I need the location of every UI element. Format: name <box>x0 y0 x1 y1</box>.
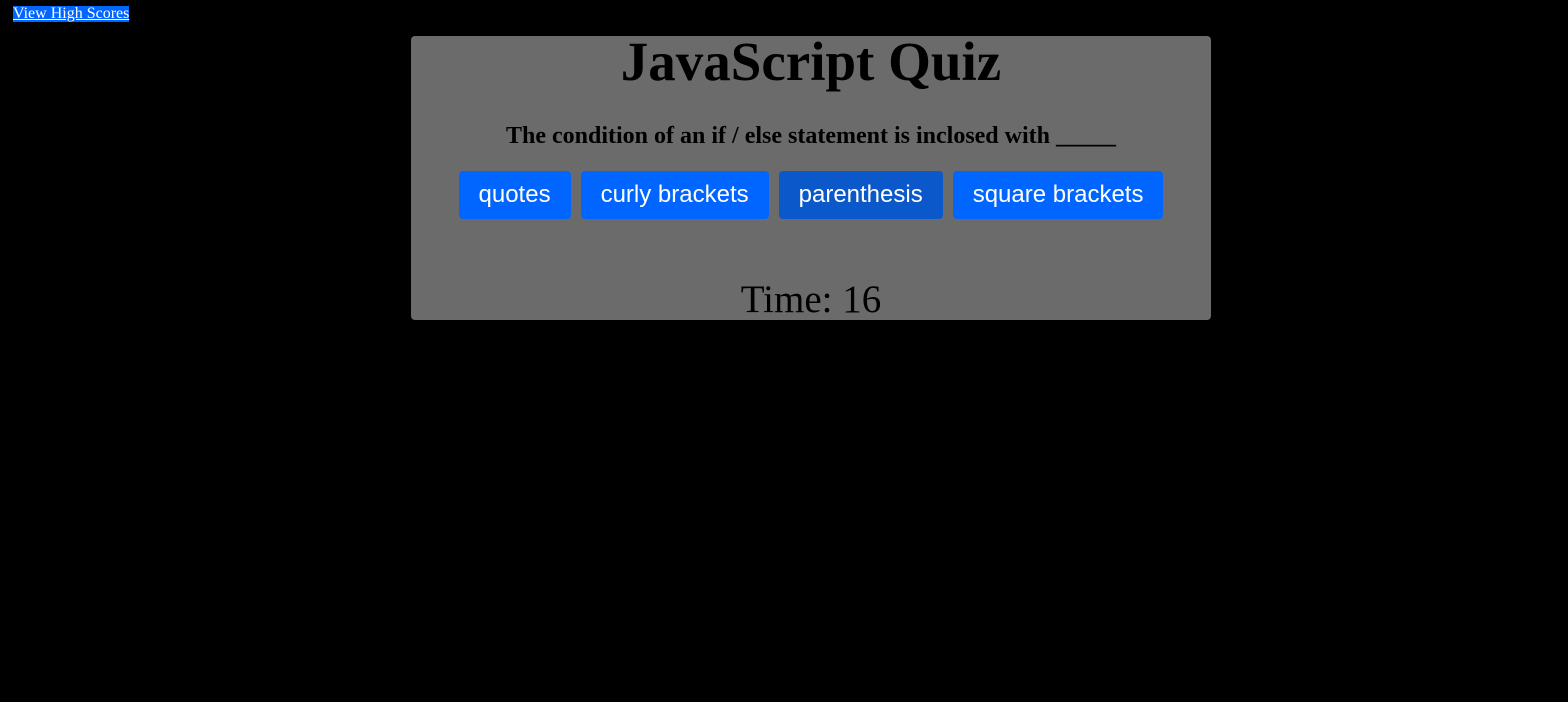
quiz-title: JavaScript Quiz <box>620 36 1002 92</box>
timer-display: Time: 16 <box>740 278 882 320</box>
answer-button-parenthesis[interactable]: parenthesis <box>778 171 943 219</box>
quiz-card: JavaScript Quiz The condition of an if /… <box>411 36 1211 320</box>
question-text: The condition of an if / else statement … <box>506 123 1116 149</box>
answer-button-quotes[interactable]: quotes <box>458 171 571 219</box>
view-high-scores-link[interactable]: View High Scores <box>13 6 130 22</box>
answer-options: quotes curly brackets parenthesis square… <box>411 171 1211 219</box>
answer-button-square-brackets[interactable]: square brackets <box>952 171 1164 219</box>
answer-button-curly-brackets[interactable]: curly brackets <box>580 171 769 219</box>
